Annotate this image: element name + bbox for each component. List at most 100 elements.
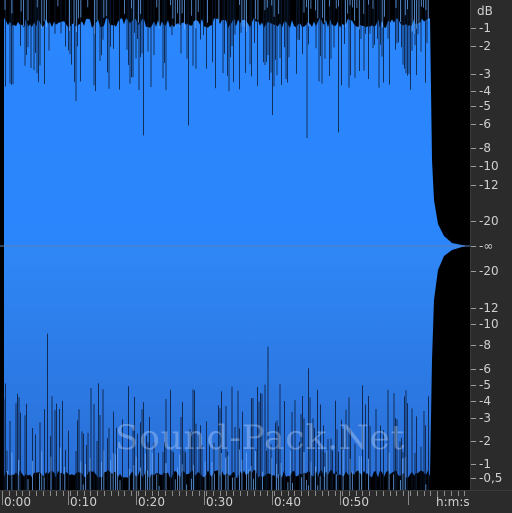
time-minor-tick <box>192 491 193 496</box>
time-minor-tick <box>111 491 112 496</box>
db-label: -10 <box>479 159 499 173</box>
time-minor-tick <box>417 491 418 496</box>
db-tick <box>471 28 476 29</box>
time-minor-tick <box>131 491 132 496</box>
time-major-tick <box>136 491 137 505</box>
time-minor-tick <box>56 491 57 496</box>
time-minor-tick <box>315 491 316 496</box>
time-minor-tick <box>36 491 37 496</box>
time-major-tick <box>2 491 3 505</box>
db-label: -3 <box>479 411 491 425</box>
db-label: -20 <box>479 264 499 278</box>
time-minor-tick <box>335 491 336 496</box>
time-minor-tick <box>165 491 166 496</box>
waveform-body <box>4 18 470 478</box>
db-unit-label: dB <box>477 4 493 18</box>
db-tick <box>471 46 476 47</box>
db-label: -0,5 <box>479 471 503 485</box>
db-label: -5 <box>479 378 491 392</box>
db-label: -20 <box>479 214 499 228</box>
time-minor-tick <box>240 491 241 496</box>
time-minor-tick <box>267 491 268 496</box>
time-major-tick <box>204 491 205 505</box>
db-ruler: dB -1 -2 -3 -4 -5 -6 -8 -10 -12 -20 -∞ -20 -12 -10 -8-… <box>470 0 512 490</box>
db-label: -1 <box>479 457 491 471</box>
time-label: 0:50 <box>342 495 369 509</box>
watermark: Sound-Pack.Net <box>115 418 406 458</box>
time-minor-tick <box>63 491 64 496</box>
db-tick <box>471 271 476 272</box>
time-minor-tick <box>233 491 234 496</box>
db-label: -∞ <box>479 239 494 253</box>
db-label: -12 <box>479 301 499 315</box>
db-tick <box>471 74 476 75</box>
db-label: -6 <box>479 117 491 131</box>
db-label: -2 <box>479 39 491 53</box>
db-tick <box>471 106 476 107</box>
time-minor-tick <box>199 491 200 496</box>
time-minor-tick <box>376 491 377 496</box>
time-label: 0:20 <box>138 495 165 509</box>
db-label: -4 <box>479 394 491 408</box>
time-major-tick <box>272 491 273 505</box>
time-minor-tick <box>97 491 98 496</box>
db-tick <box>471 464 476 465</box>
time-minor-tick <box>254 491 255 496</box>
time-minor-tick <box>430 491 431 496</box>
waveform-display[interactable] <box>0 0 470 490</box>
time-minor-tick <box>179 491 180 496</box>
db-tick <box>471 418 476 419</box>
time-minor-tick <box>328 491 329 496</box>
time-minor-tick <box>118 491 119 496</box>
db-tick <box>471 369 476 370</box>
time-minor-tick <box>186 491 187 496</box>
db-label: -6 <box>479 362 491 376</box>
time-minor-tick <box>424 491 425 496</box>
db-label: -5 <box>479 99 491 113</box>
db-label: -8 <box>479 338 491 352</box>
waveform-editor[interactable]: dB -1 -2 -3 -4 -5 -6 -8 -10 -12 -20 -∞ -20 -12 -10 -8-… <box>0 0 512 513</box>
db-tick <box>471 166 476 167</box>
db-tick <box>471 308 476 309</box>
time-major-tick <box>68 491 69 505</box>
db-tick <box>471 124 476 125</box>
time-minor-tick <box>247 491 248 496</box>
time-label: 0:10 <box>70 495 97 509</box>
time-minor-tick <box>308 491 309 496</box>
db-label: -10 <box>479 317 499 331</box>
time-minor-tick <box>383 491 384 496</box>
db-label: -2 <box>479 434 491 448</box>
db-tick <box>471 221 476 222</box>
time-unit-label: h:m:s <box>436 495 470 509</box>
time-label: 0:40 <box>274 495 301 509</box>
time-ruler[interactable]: 0:00 0:10 0:20 0:30 0:40 0:50 h:m:s <box>0 490 512 513</box>
time-minor-tick <box>124 491 125 496</box>
time-minor-tick <box>172 491 173 496</box>
db-label: -3 <box>479 67 491 81</box>
time-minor-tick <box>396 491 397 496</box>
time-minor-tick <box>322 491 323 496</box>
waveform-upper-half <box>4 18 470 246</box>
time-minor-tick <box>50 491 51 496</box>
db-tick <box>471 478 476 479</box>
time-minor-tick <box>301 491 302 496</box>
db-label: -1 <box>479 21 491 35</box>
db-tick <box>471 385 476 386</box>
db-label: -8 <box>479 141 491 155</box>
time-minor-tick <box>410 491 411 496</box>
db-tick <box>471 345 476 346</box>
db-label: -12 <box>479 178 499 192</box>
time-label: 0:00 <box>4 495 31 509</box>
time-minor-tick <box>43 491 44 496</box>
time-minor-tick <box>390 491 391 496</box>
db-tick <box>471 185 476 186</box>
db-tick <box>471 148 476 149</box>
db-tick <box>471 91 476 92</box>
db-tick <box>471 401 476 402</box>
time-minor-tick <box>403 491 404 496</box>
time-major-tick <box>340 491 341 505</box>
db-tick <box>471 324 476 325</box>
db-label: -4 <box>479 84 491 98</box>
time-minor-tick <box>369 491 370 496</box>
time-major-tick <box>408 491 409 505</box>
